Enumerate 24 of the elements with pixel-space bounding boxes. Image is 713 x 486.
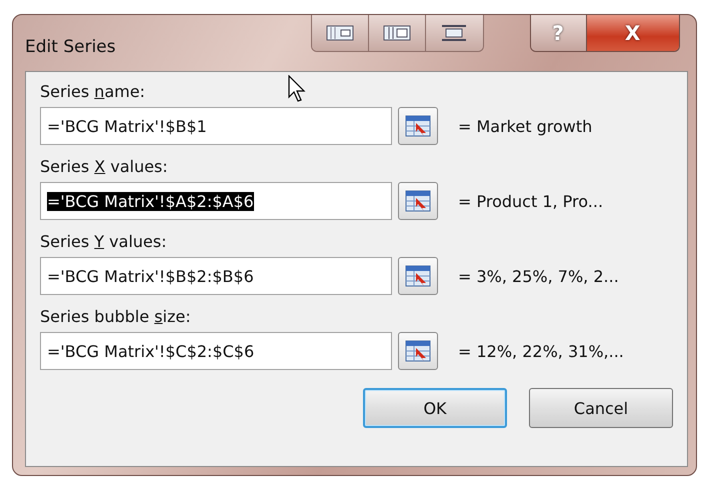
field-label: Series bubble size: bbox=[40, 307, 191, 326]
result-text: = Product 1, Pro... bbox=[458, 192, 604, 210]
field-label: Series X values: bbox=[40, 157, 168, 176]
input-field[interactable]: ='BCG Matrix'!$A$2:$A$6 bbox=[40, 182, 392, 220]
input-field[interactable]: ='BCG Matrix'!$B$2:$B$6 bbox=[40, 257, 392, 295]
range-picker-icon[interactable] bbox=[398, 257, 438, 295]
input-field[interactable]: ='BCG Matrix'!$C$2:$C$6 bbox=[40, 332, 392, 370]
ok-button[interactable]: OK bbox=[363, 388, 507, 428]
result-text: = 3%, 25%, 7%, 2... bbox=[458, 266, 619, 286]
cursor-icon bbox=[288, 75, 306, 103]
field-label: Series Y values: bbox=[40, 232, 167, 251]
layout-icon[interactable] bbox=[368, 15, 426, 51]
range-picker-icon[interactable] bbox=[398, 182, 438, 220]
cancel-button[interactable]: Cancel bbox=[529, 388, 673, 428]
result-text: = 12%, 22%, 31%,... bbox=[458, 342, 624, 360]
window-title: Edit Series bbox=[25, 37, 116, 57]
range-picker-icon[interactable] bbox=[398, 332, 438, 370]
range-picker-icon[interactable] bbox=[398, 107, 438, 145]
input-field[interactable]: ='BCG Matrix'!$B$1 bbox=[40, 107, 392, 145]
close-button[interactable]: X bbox=[586, 15, 679, 51]
layout-icon[interactable] bbox=[312, 15, 369, 51]
resize-icon[interactable] bbox=[426, 15, 483, 51]
field-label: Series name: bbox=[40, 82, 146, 101]
result-text: = Market growth bbox=[458, 116, 592, 136]
